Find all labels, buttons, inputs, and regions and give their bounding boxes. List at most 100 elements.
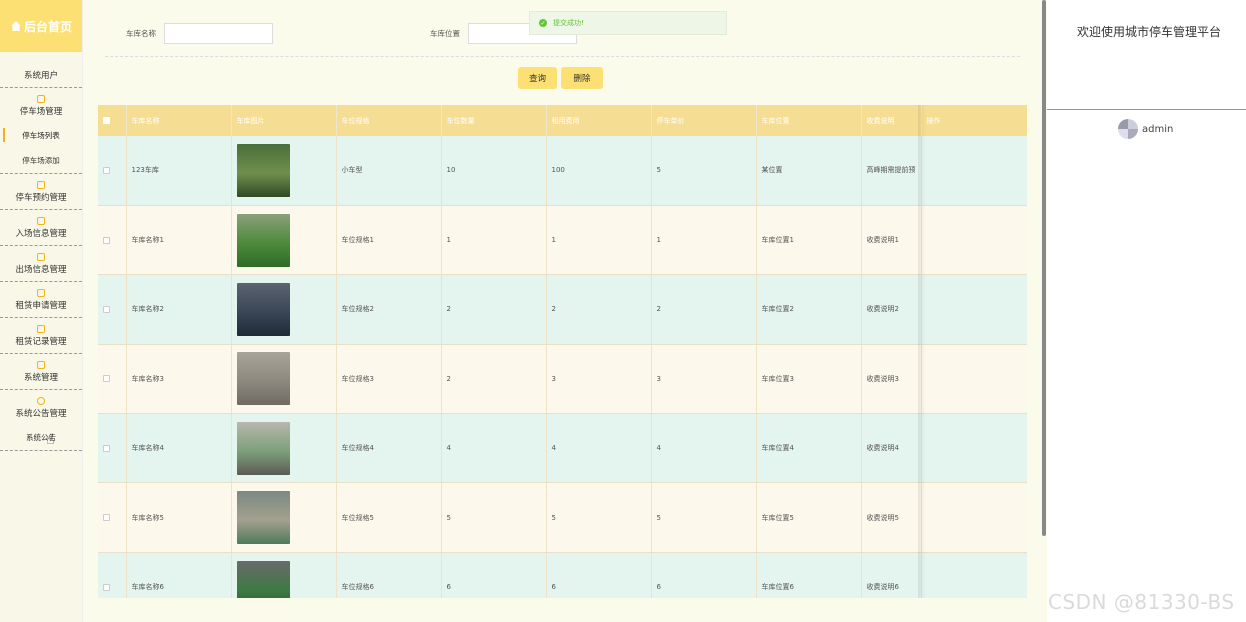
- submenu-item[interactable]: 停车场添加: [0, 148, 82, 173]
- row-checkbox[interactable]: [103, 375, 110, 383]
- garage-thumbnail[interactable]: [236, 421, 290, 475]
- cell-note: 高峰期需提前预: [861, 136, 922, 206]
- delete-button[interactable]: 删除: [561, 67, 603, 89]
- cell-note: 收费说明3: [861, 344, 922, 415]
- garage-thumbnail[interactable]: [236, 143, 290, 197]
- menu-item-label: 停车场管理: [19, 106, 63, 117]
- query-button[interactable]: 查询: [518, 67, 557, 89]
- table-row[interactable]: 车库名称2车位规格2222车库位置2收费说明2详情查看评论: [98, 274, 1027, 345]
- cell-rent: 3: [546, 344, 652, 415]
- menu-group: 出场信息管理: [0, 246, 82, 282]
- garage-image-cell: [231, 274, 337, 345]
- search-divider: [105, 56, 1020, 57]
- menu-item-label: 系统管理: [23, 372, 58, 383]
- success-toast: ✓ 提交成功!: [529, 11, 727, 35]
- row-checkbox[interactable]: [103, 166, 110, 174]
- table-row[interactable]: 车库名称6车位规格6666车库位置6收费说明6详情查看评论: [98, 552, 1027, 598]
- table-row[interactable]: 车库名称1车位规格1111车库位置1收费说明1详情查看评论: [98, 205, 1027, 276]
- square-icon: [37, 180, 45, 189]
- menu-item-5[interactable]: 租赁申请管理: [0, 282, 82, 317]
- cell-note: 收费说明6: [861, 552, 922, 598]
- info-icon: [37, 396, 45, 405]
- row-select-cell: [98, 344, 127, 415]
- row-checkbox[interactable]: [103, 444, 110, 452]
- menu-item-label: 停车预约管理: [15, 192, 67, 203]
- column-header: 操作: [921, 105, 1027, 136]
- menu-item-8[interactable]: 系统公告管理: [0, 390, 82, 425]
- spacer-cell: [921, 552, 1027, 598]
- cell-price: 4: [651, 413, 757, 484]
- garage-thumbnail[interactable]: [236, 282, 290, 336]
- row-checkbox[interactable]: [103, 305, 110, 313]
- table-row[interactable]: 车库名称3车位规格3233车库位置3收费说明3详情查看评论: [98, 344, 1027, 415]
- sidebar-menu: 系统用户 停车场管理停车场列表 停车场添加停车预约管理入场信息管理出场信息管理 租赁申…: [0, 52, 116, 451]
- submenu-item[interactable]: 停车场列表: [0, 123, 82, 148]
- menu-item-4[interactable]: 出场信息管理: [0, 246, 82, 281]
- cell-location: 某位置: [756, 136, 862, 206]
- square-icon: [37, 360, 45, 369]
- row-checkbox[interactable]: [103, 514, 110, 522]
- garage-thumbnail[interactable]: [236, 213, 290, 267]
- menu-item-2[interactable]: 停车预约管理: [0, 174, 82, 209]
- cell-name: 车库名称5: [126, 482, 232, 553]
- watermark: CSDN @81330-BS: [1048, 590, 1235, 614]
- garage-name-input[interactable]: [164, 23, 273, 44]
- table-row[interactable]: 123车库小车型101005某位置高峰期需提前预详情查看评论: [98, 136, 1027, 206]
- cell-name: 车库名称4: [126, 413, 232, 484]
- table-row[interactable]: 车库名称4车位规格4444车库位置4收费说明4详情查看评论: [98, 413, 1027, 484]
- cell-count: 2: [441, 344, 547, 415]
- spacer-cell: [921, 205, 1027, 276]
- menu-item-0[interactable]: 系统用户: [0, 52, 116, 186]
- menu-item-6[interactable]: 租赁记录管理: [0, 318, 82, 353]
- cell-spec: 车位规格2: [336, 274, 442, 345]
- cell-location: 车库位置1: [756, 205, 862, 276]
- garage-table-container[interactable]: 车库名称 车库图片 车位规格 车位数量 租用费用 停车单价 车库位置 收费说明 操作 123车库…: [98, 105, 1027, 598]
- check-circle-icon: ✓: [539, 19, 547, 27]
- cell-spec: 车位规格5: [336, 482, 442, 553]
- column-header: 租用费用: [546, 105, 652, 136]
- submenu-item[interactable]: 系统公告: [0, 425, 82, 450]
- header-panel: 欢迎使用城市停车管理平台 admin: [1047, 0, 1246, 622]
- row-checkbox[interactable]: [103, 583, 110, 591]
- main-scrollbar[interactable]: [1042, 0, 1046, 536]
- select-all-checkbox[interactable]: [103, 117, 110, 124]
- cell-note: 收费说明4: [861, 413, 922, 484]
- cell-count: 10: [441, 136, 547, 206]
- garage-thumbnail[interactable]: [236, 560, 290, 598]
- cell-price: 5: [651, 482, 757, 553]
- menu-item-label: 出场信息管理: [15, 264, 67, 275]
- garage-thumbnail[interactable]: [236, 352, 290, 406]
- menu-item-1[interactable]: 停车场管理: [0, 88, 82, 123]
- sidebar: 后台首页 系统用户 停车场管理停车场列表 停车场添加停车预约管理入场信息管理出场信息…: [0, 0, 116, 622]
- cell-location: 车库位置2: [756, 274, 862, 345]
- table-row[interactable]: 车库名称5车位规格5555车库位置5收费说明5详情查看评论: [98, 482, 1027, 553]
- user-menu[interactable]: admin: [1118, 119, 1173, 139]
- garage-image-cell: [231, 205, 337, 276]
- spacer-cell: [921, 344, 1027, 415]
- brand-home-link[interactable]: 后台首页: [0, 0, 82, 52]
- cell-spec: 车位规格3: [336, 344, 442, 415]
- cell-count: 5: [441, 482, 547, 553]
- menu-group: 系统用户: [0, 52, 116, 186]
- column-header: 车位数量: [441, 105, 547, 136]
- spacer-cell: [921, 413, 1027, 484]
- garage-thumbnail[interactable]: [236, 491, 290, 545]
- spacer-cell: [921, 274, 1027, 345]
- menu-item-label: 租赁申请管理: [15, 300, 67, 311]
- cell-spec: 车位规格4: [336, 413, 442, 484]
- menu-item-3[interactable]: 入场信息管理: [0, 210, 82, 245]
- cell-note: 收费说明1: [861, 205, 922, 276]
- cell-rent: 100: [546, 136, 652, 206]
- column-header: 车库图片: [231, 105, 337, 136]
- menu-group: 租赁记录管理: [0, 318, 82, 354]
- select-all-cell[interactable]: [98, 105, 127, 136]
- table-header-row: 车库名称 车库图片 车位规格 车位数量 租用费用 停车单价 车库位置 收费说明 操作: [98, 105, 1027, 136]
- cell-name: 车库名称2: [126, 274, 232, 345]
- row-checkbox[interactable]: [103, 236, 110, 244]
- cell-rent: 6: [546, 552, 652, 598]
- garage-image-cell: [231, 136, 337, 206]
- main-content: 车库名称 车库位置 查询 删除 ✓ 提交成功! 车库名称 车库图片 车位规格 车位数量…: [83, 0, 1043, 622]
- avatar: [1118, 119, 1138, 139]
- cell-rent: 1: [546, 205, 652, 276]
- menu-item-7[interactable]: 系统管理: [0, 354, 82, 389]
